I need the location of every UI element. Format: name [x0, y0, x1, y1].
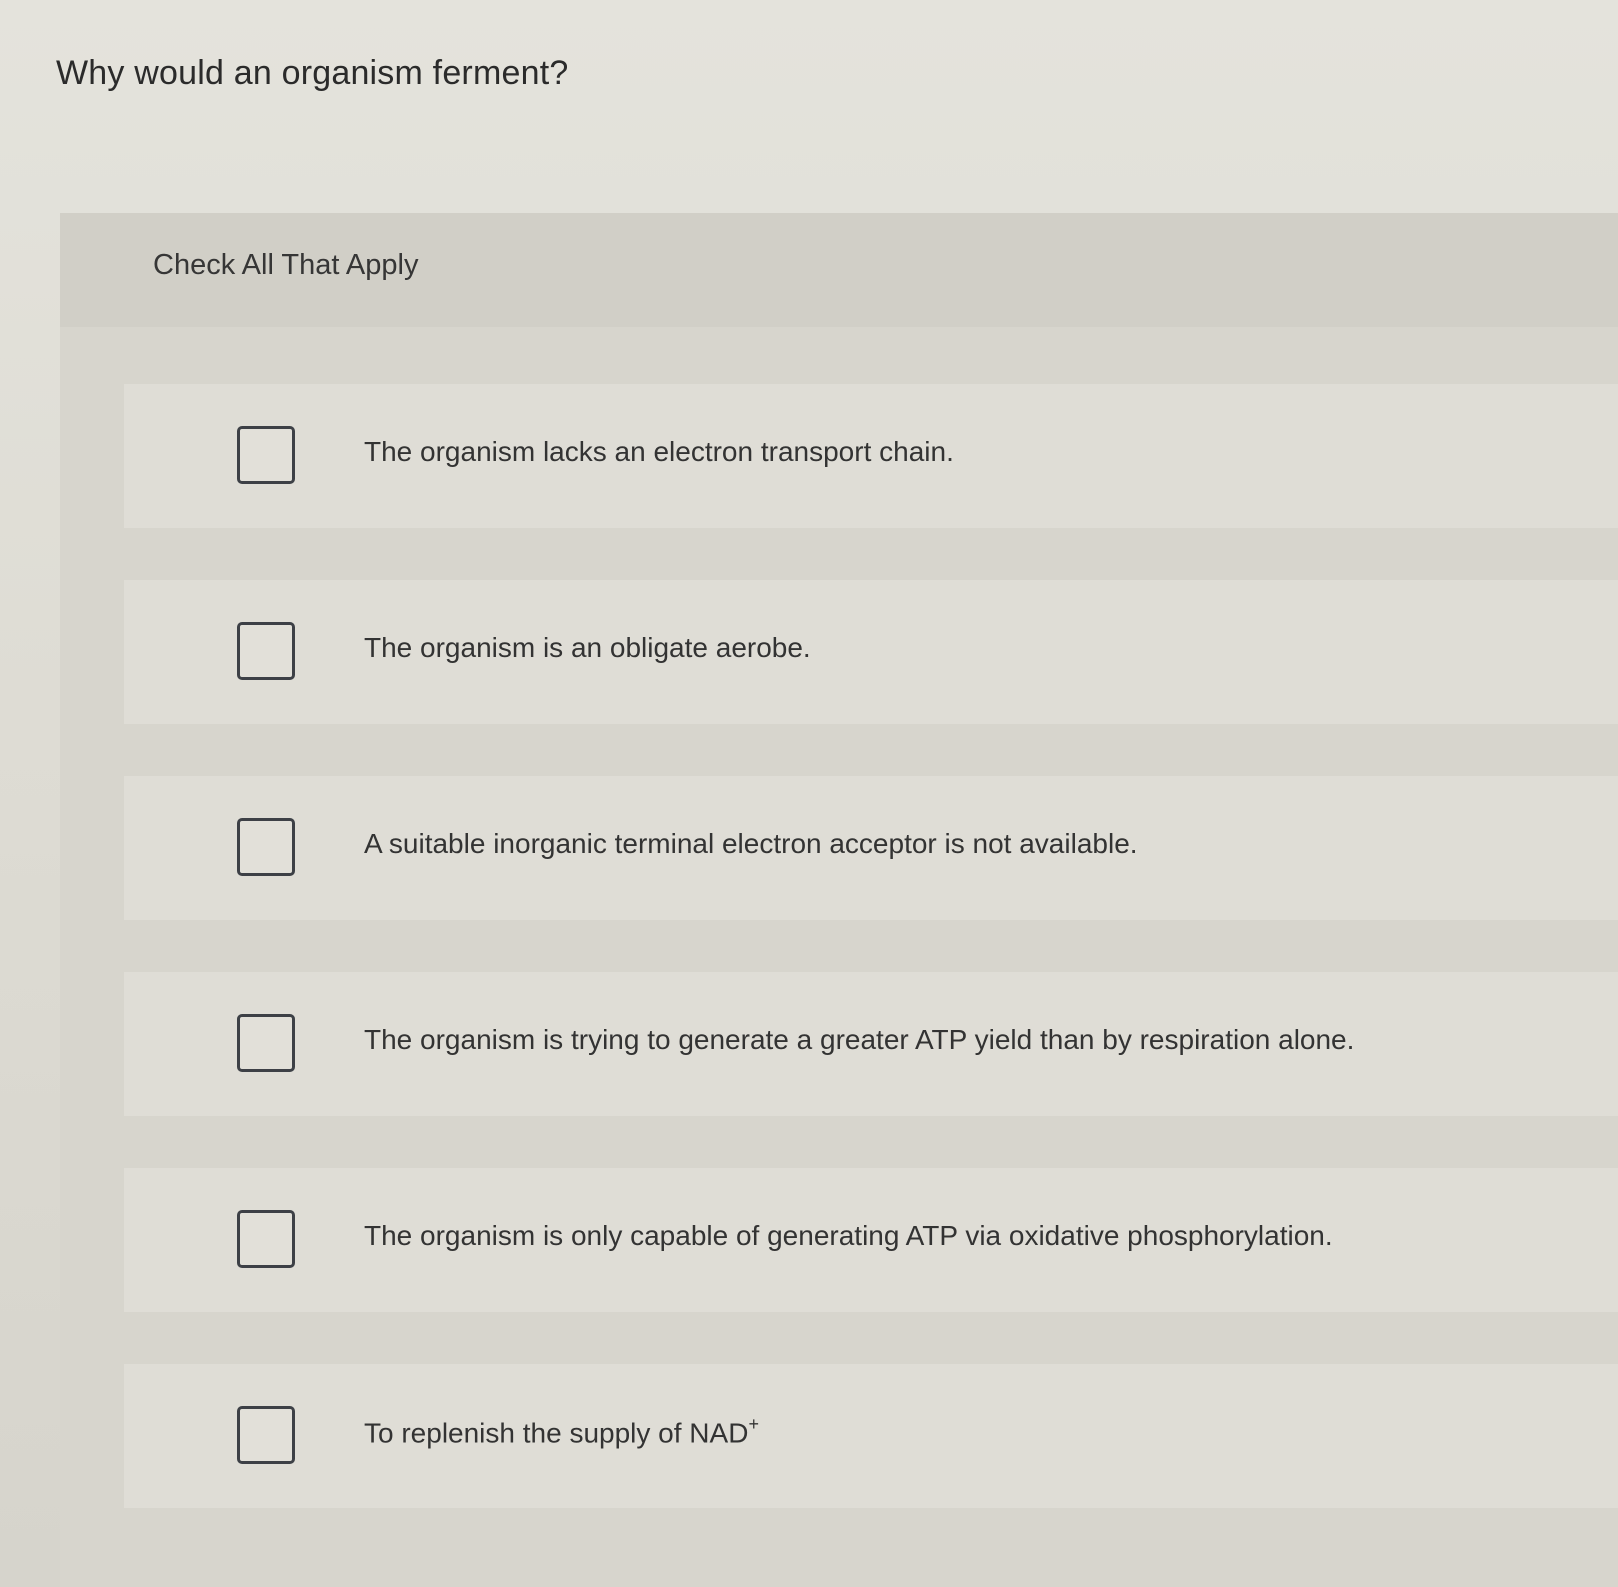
option-checkbox[interactable] [237, 818, 295, 876]
instruction-bar: Check All That Apply [60, 213, 1618, 327]
option-label: A suitable inorganic terminal electron a… [364, 828, 1138, 859]
option-checkbox[interactable] [237, 1014, 295, 1072]
nad-superscript: + [748, 1414, 759, 1434]
option-row[interactable]: A suitable inorganic terminal electron a… [124, 776, 1618, 920]
option-row[interactable]: The organism is trying to generate a gre… [124, 972, 1618, 1116]
option-row[interactable]: The organism lacks an electron transport… [124, 384, 1618, 528]
option-label-text: To replenish the supply of NAD [364, 1417, 749, 1449]
option-checkbox[interactable] [237, 622, 295, 680]
options-list: The organism lacks an electron transport… [60, 327, 1618, 1587]
option-label: The organism lacks an electron transport… [364, 436, 954, 467]
option-checkbox[interactable] [237, 426, 295, 484]
option-row[interactable]: The organism is an obligate aerobe. [124, 580, 1618, 724]
question-title: Why would an organism ferment? [56, 54, 569, 92]
option-label: The organism is an obligate aerobe. [364, 632, 811, 663]
option-checkbox[interactable] [237, 1210, 295, 1268]
option-row[interactable]: The organism is only capable of generati… [124, 1168, 1618, 1312]
answer-panel: Check All That Apply The organism lacks … [60, 213, 1618, 1587]
option-label: The organism is trying to generate a gre… [364, 1024, 1355, 1055]
option-label: To replenish the supply of NAD+ [364, 1414, 759, 1449]
instruction-text: Check All That Apply [153, 249, 419, 281]
option-checkbox[interactable] [237, 1406, 295, 1464]
option-row[interactable]: To replenish the supply of NAD+ [124, 1364, 1618, 1508]
option-label: The organism is only capable of generati… [364, 1220, 1333, 1251]
